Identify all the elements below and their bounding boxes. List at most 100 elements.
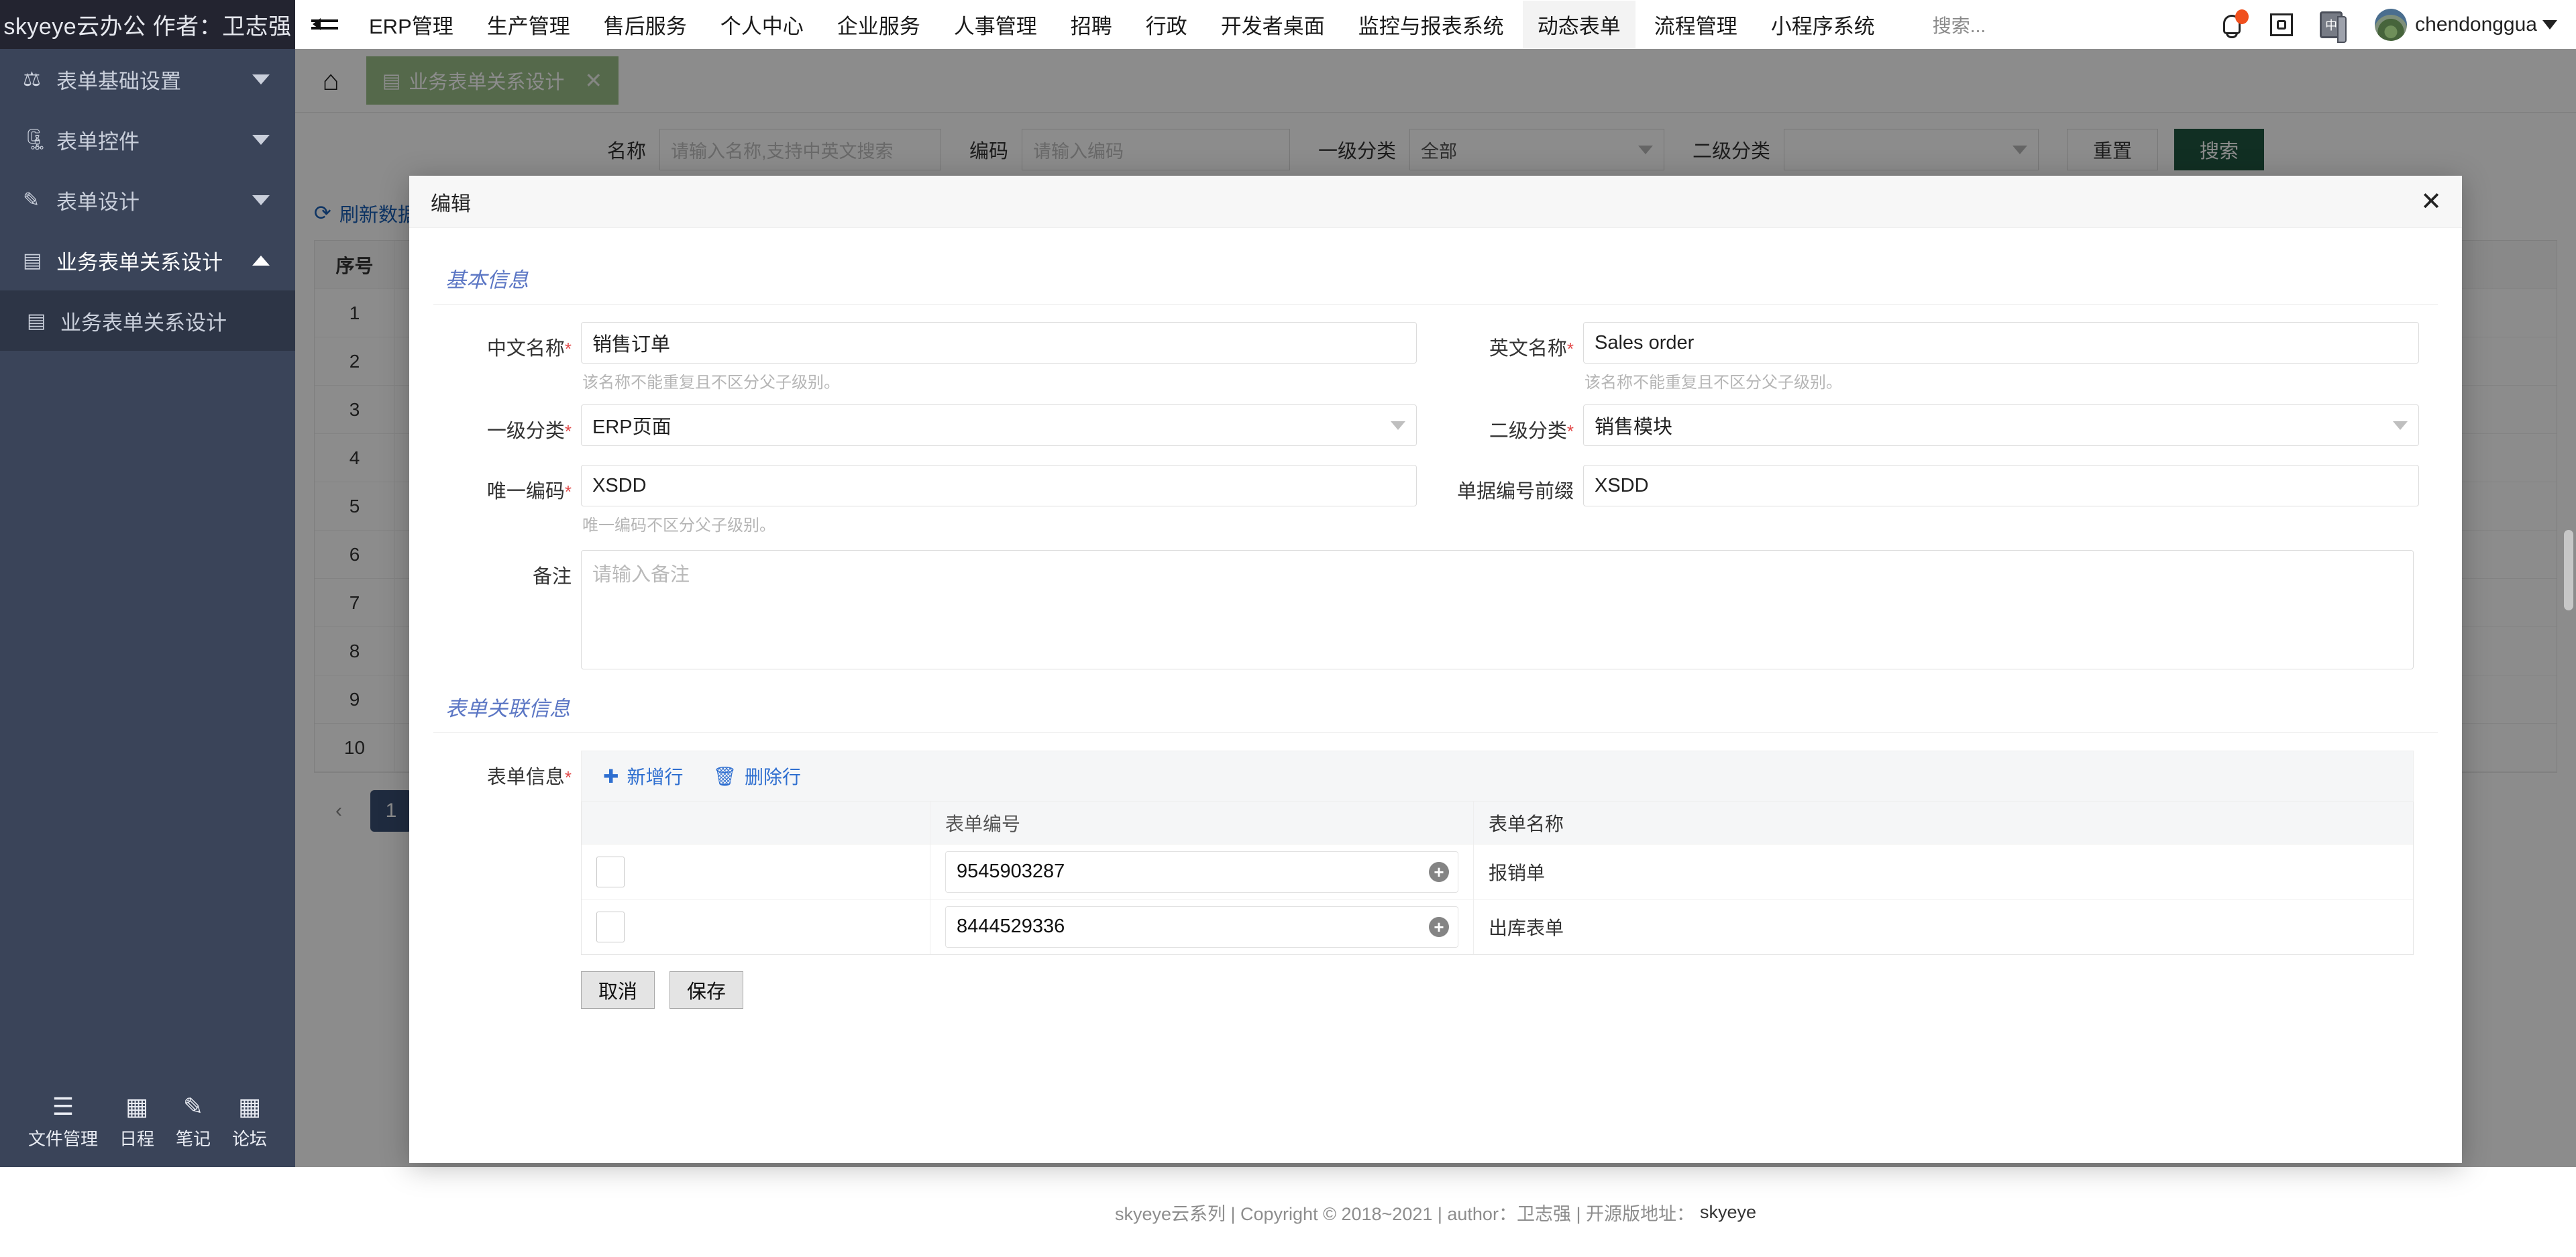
nav-item-monitor[interactable]: 监控与报表系统 [1344, 1, 1519, 48]
sidebar-item-form-relation-design[interactable]: ▤ 业务表单关系设计 [0, 230, 295, 290]
cat1-select[interactable]: ERP页面 [581, 404, 1417, 446]
language-icon[interactable]: 中 [2306, 0, 2356, 49]
sub-table-row: + 出库表单 [582, 899, 2413, 954]
brand-title: skyeye云办公 作者：卫志强 [0, 0, 295, 49]
column-header-select [582, 802, 930, 844]
chevron-down-icon [252, 134, 270, 145]
dock-item-file-manager[interactable]: ☰ 文件管理 [28, 1094, 98, 1150]
field-label: 表单信息* [486, 767, 572, 788]
cat2-value: 销售模块 [1595, 417, 1673, 438]
notification-dot [2235, 9, 2249, 24]
plus-icon: ✚ [603, 765, 619, 787]
nav-item-devdesk[interactable]: 开发者桌面 [1206, 1, 1340, 48]
sidebar-item-form-design[interactable]: ✎ 表单设计 [0, 170, 295, 230]
page-scrollbar[interactable] [2564, 530, 2573, 610]
chevron-down-icon [252, 195, 270, 205]
nav-item-aftersales[interactable]: 售后服务 [589, 1, 702, 48]
edit-note-icon: ✎ [182, 1092, 204, 1120]
form-code-input[interactable] [945, 851, 1458, 893]
app-root: skyeye云办公 作者：卫志强 ERP管理 生产管理 售后服务 个人中心 企业… [0, 0, 2576, 1257]
column-header-form-name: 表单名称 [1489, 813, 1564, 834]
form-relation-icon: ▤ [27, 309, 46, 332]
nav-item-recruit[interactable]: 招聘 [1056, 1, 1127, 48]
nav-item-admin[interactable]: 行政 [1131, 1, 1202, 48]
nav-item-production[interactable]: 生产管理 [472, 1, 585, 48]
sidebar-item-label: 业务表单关系设计 [56, 250, 223, 274]
row-checkbox[interactable] [596, 911, 625, 942]
menu-fold-icon[interactable] [311, 9, 342, 40]
doc-prefix-input[interactable] [1583, 465, 2419, 506]
field-cat1: 一级分类* ERP页面 [433, 404, 1417, 461]
divider [433, 732, 2438, 733]
modal-header: 编辑 ✕ [409, 176, 2462, 228]
chevron-up-icon [252, 255, 270, 266]
sidebar-dock: ☰ 文件管理 ▦ 日程 ✎ 笔记 ▦ 论坛 [0, 1077, 295, 1167]
remark-textarea[interactable] [581, 550, 2414, 669]
fullscreen-icon[interactable] [2257, 0, 2306, 49]
nav-item-personal[interactable]: 个人中心 [706, 1, 818, 48]
avatar[interactable] [2375, 8, 2408, 41]
modal-body: 基本信息 中文名称* 该名称不能重复且不区分父子级别。 一级分类* [409, 228, 2462, 1163]
required-mark: * [564, 421, 572, 441]
username-label[interactable]: chendonggua [2415, 13, 2537, 36]
field-label: 英文名称* [1489, 338, 1574, 360]
field-code: 唯一编码* 唯一编码不区分父子级别。 [433, 465, 1417, 543]
calendar-icon: ▦ [125, 1092, 148, 1120]
trash-icon: 🗑 [712, 765, 737, 787]
divider [433, 304, 2438, 305]
row-checkbox[interactable] [596, 856, 625, 887]
add-row-button[interactable]: ✚ 新增行 [603, 763, 683, 789]
cat2-select[interactable]: 销售模块 [1583, 404, 2419, 446]
required-mark: * [564, 767, 572, 787]
close-icon[interactable]: ✕ [2420, 189, 2442, 215]
field-doc-prefix: 单据编号前缀 [1436, 465, 2419, 539]
nav-item-enterprise[interactable]: 企业服务 [822, 1, 935, 48]
basic-left-column: 中文名称* 该名称不能重复且不区分父子级别。 一级分类* ERP页面 [433, 322, 1436, 547]
sidebar-item-form-basic-settings[interactable]: ⚖ 表单基础设置 [0, 49, 295, 109]
cn-name-hint: 该名称不能重复且不区分父子级别。 [582, 374, 840, 392]
page-footer: skyeye云系列 | Copyright © 2018~2021 | auth… [295, 1167, 2576, 1257]
notification-bell-icon[interactable] [2207, 0, 2257, 49]
chevron-down-icon [252, 74, 270, 85]
form-relation-icon: ▤ [23, 249, 42, 272]
dock-item-label: 文件管理 [28, 1128, 98, 1149]
form-code-input[interactable] [945, 906, 1458, 948]
header-search[interactable]: 搜索... [1933, 11, 1986, 38]
field-label: 中文名称* [486, 338, 572, 360]
en-name-input[interactable] [1583, 322, 2419, 364]
nav-item-process[interactable]: 流程管理 [1640, 1, 1752, 48]
cn-name-input[interactable] [581, 322, 1417, 364]
delete-row-button[interactable]: 🗑 删除行 [712, 763, 801, 789]
sidebar-item-form-widgets[interactable]: 🗜 表单控件 [0, 109, 295, 170]
footer-text: skyeye云系列 | Copyright © 2018~2021 | auth… [1114, 1203, 1695, 1224]
save-button[interactable]: 保存 [669, 971, 743, 1009]
dock-item-notes[interactable]: ✎ 笔记 [175, 1092, 211, 1150]
modal-title: 编辑 [431, 193, 471, 215]
column-header-form-code: 表单编号 [930, 802, 1474, 844]
nav-item-dynamic-form[interactable]: 动态表单 [1522, 1, 1635, 48]
sidebar: ⚖ 表单基础设置 🗜 表单控件 ✎ 表单设计 ▤ 业务表单关系设计 ▤ 业务表单… [0, 49, 295, 1167]
sidebar-item-label: 表单基础设置 [56, 69, 181, 93]
cancel-button[interactable]: 取消 [581, 971, 655, 1009]
chevron-down-icon[interactable] [2542, 19, 2557, 30]
plus-circle-icon[interactable]: + [1429, 916, 1449, 937]
plus-circle-icon[interactable]: + [1429, 861, 1449, 882]
nav-item-miniapp[interactable]: 小程序系统 [1756, 1, 1890, 48]
dock-item-forum[interactable]: ▦ 论坛 [231, 1092, 267, 1150]
sidebar-item-label: 表单控件 [56, 129, 140, 154]
field-label: 二级分类* [1489, 421, 1574, 442]
field-form-info: 表单信息* ✚ 新增行 🗑 删除行 表单编号 表单名称 9545903287 +… [433, 751, 2438, 1009]
basic-right-column: 英文名称* 该名称不能重复且不区分父子级别。 二级分类* 销售模块 [1436, 322, 2438, 547]
code-input[interactable] [581, 465, 1417, 506]
dock-item-label: 笔记 [175, 1128, 211, 1149]
balance-icon: ⚖ [23, 68, 41, 91]
forum-icon: ▦ [237, 1092, 261, 1120]
footer-link[interactable]: skyeye [1700, 1202, 1756, 1223]
dock-item-schedule[interactable]: ▦ 日程 [119, 1092, 154, 1150]
sidebar-item-label: 业务表单关系设计 [60, 311, 227, 335]
sidebar-subitem-form-relation-design[interactable]: ▤ 业务表单关系设计 [0, 290, 295, 351]
nav-item-erp[interactable]: ERP管理 [354, 1, 468, 48]
dock-item-label: 论坛 [231, 1128, 267, 1149]
nav-item-hr[interactable]: 人事管理 [939, 1, 1052, 48]
required-mark: * [564, 482, 572, 502]
